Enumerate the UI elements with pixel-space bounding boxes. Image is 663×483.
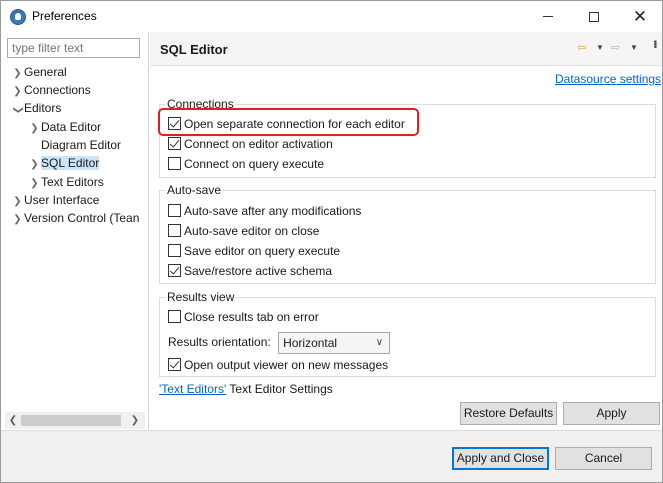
checkbox-label: Auto-save after any modifications bbox=[184, 204, 362, 218]
checkbox-checked[interactable] bbox=[168, 264, 181, 278]
tree-item-connections[interactable]: ❯ Connections bbox=[11, 81, 91, 99]
connect-on-query-checkbox[interactable]: Connect on query execute bbox=[168, 155, 324, 173]
checkbox-label: Close results tab on error bbox=[184, 310, 319, 324]
autosave-modifications-checkbox[interactable]: Auto-save after any modifications bbox=[168, 202, 361, 220]
checkbox-label: Auto-save editor on close bbox=[184, 224, 320, 238]
title-bar: Preferences ✕ bbox=[1, 1, 662, 32]
tree-item-user-interface[interactable]: ❯ User Interface bbox=[11, 191, 99, 209]
tree-item-diagram-editor[interactable]: Diagram Editor bbox=[41, 136, 121, 154]
tree-item-general[interactable]: ❯ General bbox=[11, 63, 67, 81]
tree-item-editors[interactable]: ❯Editors bbox=[9, 99, 62, 117]
chevron-down-icon: ∨ bbox=[375, 336, 384, 348]
tree-item-label: User Interface bbox=[24, 193, 100, 207]
back-arrow-icon[interactable]: ⇦ bbox=[577, 41, 586, 54]
results-view-group: Results view Close results tab on error … bbox=[159, 290, 656, 377]
sidebar-horizontal-scrollbar[interactable]: ❮ ❯ bbox=[5, 412, 145, 429]
checkbox-label: Open output viewer on new messages bbox=[184, 358, 389, 372]
chevron-down-icon[interactable]: ❯ bbox=[9, 104, 27, 117]
chevron-right-icon[interactable]: ❯ bbox=[28, 156, 41, 174]
minimize-icon bbox=[543, 16, 553, 17]
checkbox-label: Save editor on query execute bbox=[184, 244, 341, 258]
close-button[interactable]: ✕ bbox=[617, 1, 663, 32]
tree-item-label: Diagram Editor bbox=[41, 138, 122, 152]
page-title: SQL Editor bbox=[160, 42, 228, 57]
autosave-group-label: Auto-save bbox=[166, 183, 223, 197]
close-results-tab-checkbox[interactable]: Close results tab on error bbox=[168, 308, 319, 326]
window-title: Preferences bbox=[32, 9, 97, 23]
forward-arrow-icon[interactable]: ⇨ bbox=[611, 41, 620, 54]
checkbox-label: Save/restore active schema bbox=[184, 264, 333, 278]
restore-defaults-button[interactable]: Restore Defaults bbox=[460, 402, 557, 425]
text-editors-settings-line: 'Text Editors' Text Editor Settings bbox=[159, 382, 333, 396]
scroll-left-icon[interactable]: ❮ bbox=[6, 413, 20, 428]
view-menu-icon[interactable]: ••• bbox=[649, 40, 660, 48]
app-icon bbox=[10, 9, 26, 25]
dialog-footer: Apply and Close Cancel bbox=[1, 430, 662, 482]
maximize-button[interactable] bbox=[571, 1, 617, 32]
cancel-button[interactable]: Cancel bbox=[555, 447, 652, 470]
tree-item-label: Connections bbox=[24, 83, 91, 97]
tree-item-label: Editors bbox=[24, 101, 62, 115]
preferences-window: Preferences ✕ ❯General ❯Connections ❯Edi… bbox=[0, 0, 663, 483]
checkbox-unchecked[interactable] bbox=[168, 310, 181, 324]
checkbox-label: Connect on editor activation bbox=[184, 137, 333, 151]
tree-item-version-control[interactable]: ❯ Version Control (Tean bbox=[11, 209, 139, 227]
close-icon: ✕ bbox=[632, 7, 648, 26]
chevron-right-icon[interactable]: ❯ bbox=[11, 211, 24, 229]
results-view-group-label: Results view bbox=[166, 290, 236, 304]
connect-on-activation-checkbox[interactable]: Connect on editor activation bbox=[168, 135, 333, 153]
forward-dropdown-icon[interactable]: ▼ bbox=[630, 43, 638, 52]
minimize-button[interactable] bbox=[525, 1, 571, 32]
checkbox-unchecked[interactable] bbox=[168, 224, 181, 238]
checkbox-checked[interactable] bbox=[168, 358, 181, 372]
scroll-right-icon[interactable]: ❯ bbox=[128, 413, 142, 428]
chevron-right-icon[interactable]: ❯ bbox=[28, 120, 41, 138]
checkbox-label: Connect on query execute bbox=[184, 157, 325, 171]
checkbox-checked[interactable] bbox=[168, 137, 181, 151]
autosave-on-close-checkbox[interactable]: Auto-save editor on close bbox=[168, 222, 319, 240]
tree-item-data-editor[interactable]: ❯ Data Editor bbox=[28, 118, 101, 136]
autosave-group: Auto-save Auto-save after any modificati… bbox=[159, 183, 656, 284]
tree-item-label: SQL Editor bbox=[41, 156, 100, 170]
checkbox-unchecked[interactable] bbox=[168, 244, 181, 258]
results-orientation-select[interactable]: Horizontal ∨ bbox=[278, 331, 391, 354]
tree-item-sql-editor[interactable]: ❯ SQL Editor bbox=[28, 154, 100, 174]
back-dropdown-icon[interactable]: ▼ bbox=[596, 43, 604, 52]
tree-item-text-editors[interactable]: ❯ Text Editors bbox=[28, 173, 104, 191]
text-editors-link[interactable]: 'Text Editors' bbox=[159, 382, 226, 396]
preferences-sidebar: ❯General ❯Connections ❯Editors ❯Data Edi… bbox=[1, 32, 149, 430]
maximize-icon bbox=[589, 11, 599, 22]
scrollbar-thumb[interactable] bbox=[21, 415, 121, 426]
checkbox-unchecked[interactable] bbox=[168, 157, 181, 171]
apply-and-close-button[interactable]: Apply and Close bbox=[452, 447, 549, 470]
results-orientation-label: Results orientation: bbox=[168, 335, 271, 349]
save-on-query-checkbox[interactable]: Save editor on query execute bbox=[168, 242, 340, 260]
filter-input[interactable] bbox=[7, 38, 140, 58]
checkbox-unchecked[interactable] bbox=[168, 204, 181, 218]
tree-item-label: General bbox=[24, 65, 67, 79]
page-header: SQL Editor ⇦ ▼ ⇨ ▼ ••• bbox=[150, 32, 662, 66]
highlight-annotation bbox=[158, 108, 419, 136]
restore-schema-checkbox[interactable]: Save/restore active schema bbox=[168, 262, 332, 280]
results-orientation-row: Results orientation: Horizontal ∨ bbox=[168, 330, 391, 354]
tree-item-label: Text Editors bbox=[41, 175, 104, 189]
datasource-settings-link[interactable]: Datasource settings bbox=[555, 72, 661, 86]
text-editors-suffix: Text Editor Settings bbox=[226, 382, 333, 396]
apply-button[interactable]: Apply bbox=[563, 402, 660, 425]
select-value: Horizontal bbox=[283, 335, 338, 350]
open-output-viewer-checkbox[interactable]: Open output viewer on new messages bbox=[168, 356, 388, 374]
tree-item-label: Data Editor bbox=[41, 120, 102, 134]
tree-item-label: Version Control (Tean bbox=[24, 211, 140, 225]
preference-page: SQL Editor ⇦ ▼ ⇨ ▼ ••• Datasource settin… bbox=[150, 32, 662, 430]
